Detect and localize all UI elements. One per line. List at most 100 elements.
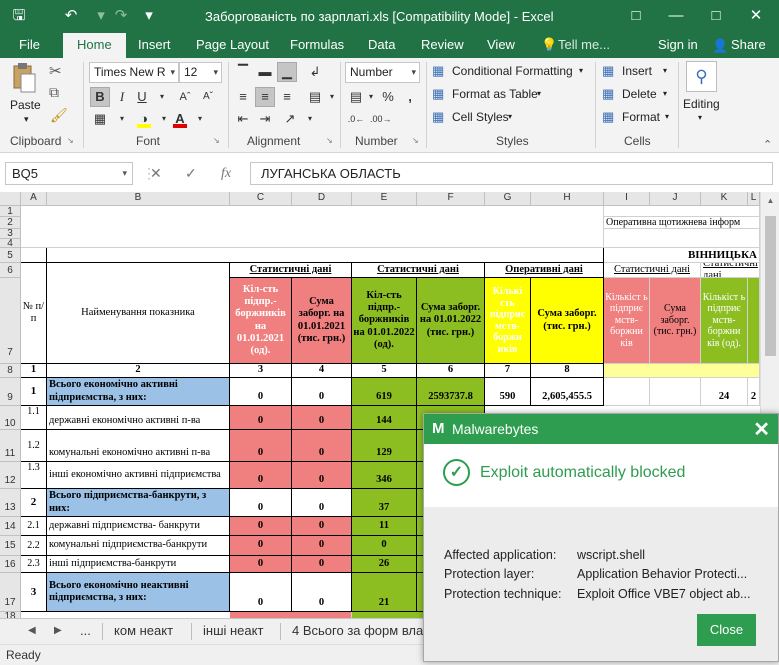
column-header[interactable]: D: [292, 192, 352, 206]
value-cell[interactable]: 0: [292, 573, 352, 612]
fill-color-icon[interactable]: ◑: [134, 109, 154, 129]
cancel-icon[interactable]: ✕: [150, 163, 162, 184]
collapse-ribbon-icon[interactable]: ⌃: [763, 138, 772, 151]
close-icon[interactable]: ✕: [753, 417, 770, 442]
header-cell-f[interactable]: Сума заборг. на 01.01.2022 (тис. грн.): [417, 278, 485, 364]
value-cell[interactable]: 2: [748, 378, 760, 406]
column-header[interactable]: G: [485, 192, 531, 206]
font-name-dropdown[interactable]: Times New R ▾: [89, 62, 179, 83]
save-icon[interactable]: 🖫: [10, 7, 28, 25]
value-cell[interactable]: 0: [292, 462, 352, 489]
value-cell[interactable]: 0: [352, 536, 417, 556]
value-cell[interactable]: 0: [230, 517, 292, 536]
undo-dropdown-icon[interactable]: ▾: [92, 7, 110, 25]
tab-data[interactable]: Data: [368, 33, 395, 58]
number-cell[interactable]: 7: [485, 364, 531, 378]
empty-cell[interactable]: [604, 364, 760, 378]
align-bottom-icon[interactable]: ▁: [277, 62, 297, 82]
value-cell[interactable]: 26: [352, 556, 417, 573]
number-cell[interactable]: 8: [531, 364, 604, 378]
stat-data-header-cell[interactable]: Статистичні дані: [230, 263, 352, 278]
value-cell[interactable]: 0: [292, 556, 352, 573]
merge-dropdown-icon[interactable]: ▾: [326, 87, 338, 107]
value-cell[interactable]: 619: [352, 378, 417, 406]
stat-data-header-cell[interactable]: Статистичні дані: [604, 263, 701, 278]
chevron-down-icon[interactable]: ▾: [508, 112, 512, 121]
row-number-cell[interactable]: 2.1: [21, 517, 47, 536]
borders-icon[interactable]: ▦: [90, 109, 110, 129]
row-header[interactable]: 1: [0, 206, 21, 217]
value-cell[interactable]: 0: [292, 489, 352, 517]
value-cell[interactable]: 0: [230, 406, 292, 430]
select-all-corner[interactable]: [0, 192, 21, 206]
oper-data-header-cell[interactable]: Оперативні дані: [485, 263, 604, 278]
sheet-tab[interactable]: інші неакт: [203, 619, 263, 644]
ribbon-display-options-icon[interactable]: □: [624, 4, 648, 28]
value-cell[interactable]: 0: [230, 378, 292, 406]
row-header[interactable]: 13: [0, 489, 21, 517]
stat-data-header-cell[interactable]: Статистичні дані: [352, 263, 485, 278]
indicator-header-cell[interactable]: Найменування показника: [47, 263, 230, 364]
font-grow-icon[interactable]: Aˆ: [175, 87, 195, 107]
value-cell[interactable]: 2,605,455.5: [531, 378, 604, 406]
value-cell[interactable]: 129: [352, 430, 417, 462]
italic-button[interactable]: I: [112, 87, 132, 107]
tab-page-layout[interactable]: Page Layout: [196, 33, 269, 58]
column-header[interactable]: J: [650, 192, 701, 206]
row-header[interactable]: 6: [0, 263, 21, 278]
value-cell[interactable]: 346: [352, 462, 417, 489]
row-number-cell[interactable]: 2.3: [21, 556, 47, 573]
alignment-launcher-icon[interactable]: ↘: [326, 136, 333, 145]
decrease-decimal-icon[interactable]: .00→: [370, 109, 392, 129]
customize-quick-access-icon[interactable]: ▾: [140, 7, 158, 25]
maximize-icon[interactable]: □: [704, 4, 728, 28]
tell-me-input[interactable]: Tell me...: [558, 33, 610, 58]
align-left-icon[interactable]: ≡: [233, 87, 253, 107]
underline-dropdown-icon[interactable]: ▾: [152, 87, 172, 107]
column-header[interactable]: I: [604, 192, 650, 206]
row-header[interactable]: 5: [0, 248, 21, 263]
empty-cell[interactable]: [604, 229, 760, 248]
underline-button[interactable]: U: [132, 87, 152, 107]
value-cell[interactable]: 0: [230, 430, 292, 462]
tab-formulas[interactable]: Formulas: [290, 33, 344, 58]
header-cell-g[interactable]: Кількі сть підприє мств-боржн иків: [485, 278, 531, 364]
row-number-cell[interactable]: 1.2: [21, 430, 47, 462]
stat-data-header-cell[interactable]: Статистичні дані: [701, 263, 760, 278]
column-header[interactable]: A: [21, 192, 47, 206]
decrease-indent-icon[interactable]: ⇤: [233, 109, 253, 129]
share-button[interactable]: Share: [731, 33, 766, 58]
value-cell[interactable]: 24: [701, 378, 748, 406]
tab-home[interactable]: Home: [63, 33, 126, 58]
header-cell-l[interactable]: [748, 278, 760, 364]
column-header[interactable]: E: [352, 192, 417, 206]
editing-button[interactable]: Editing: [683, 97, 720, 111]
value-cell[interactable]: 0: [230, 536, 292, 556]
font-launcher-icon[interactable]: ↘: [213, 136, 220, 145]
value-cell[interactable]: 0: [230, 489, 292, 517]
sheet-scroll-right-icon[interactable]: ▶: [54, 619, 62, 644]
region-header-cell[interactable]: ВІННИЦЬКА: [604, 248, 760, 263]
increase-indent-icon[interactable]: ⇥: [255, 109, 275, 129]
close-button[interactable]: Close: [697, 614, 756, 646]
align-top-icon[interactable]: ▔: [233, 62, 253, 82]
accounting-format-icon[interactable]: ▤: [346, 87, 366, 107]
tab-view[interactable]: View: [487, 33, 515, 58]
header-cell-k[interactable]: Кількіст ь підприє мств-боржни ків (од).: [701, 278, 748, 364]
header-cell-j[interactable]: Сума заборг. (тис. грн.): [650, 278, 701, 364]
indicator-cell[interactable]: Всього економічно неактивні підприємства…: [47, 573, 230, 612]
copy-icon[interactable]: ⧉: [49, 84, 59, 101]
number-cell[interactable]: 4: [292, 364, 352, 378]
cut-icon[interactable]: ✂: [49, 62, 62, 80]
indicator-cell[interactable]: державні економічно активні п-ва: [47, 406, 230, 430]
column-header[interactable]: L: [748, 192, 760, 206]
column-header[interactable]: C: [230, 192, 292, 206]
value-cell[interactable]: 144: [352, 406, 417, 430]
wrap-text-icon[interactable]: ↲: [305, 62, 325, 82]
number-cell[interactable]: 3: [230, 364, 292, 378]
insert-cells-button[interactable]: Insert: [622, 64, 652, 78]
tell-me-icon[interactable]: 💡: [541, 33, 557, 58]
header-cell-c[interactable]: Кіл-сть підпр.-боржників на 01.01.2021 (…: [230, 278, 292, 364]
value-cell[interactable]: 0: [292, 517, 352, 536]
delete-cells-button[interactable]: Delete: [622, 87, 657, 101]
